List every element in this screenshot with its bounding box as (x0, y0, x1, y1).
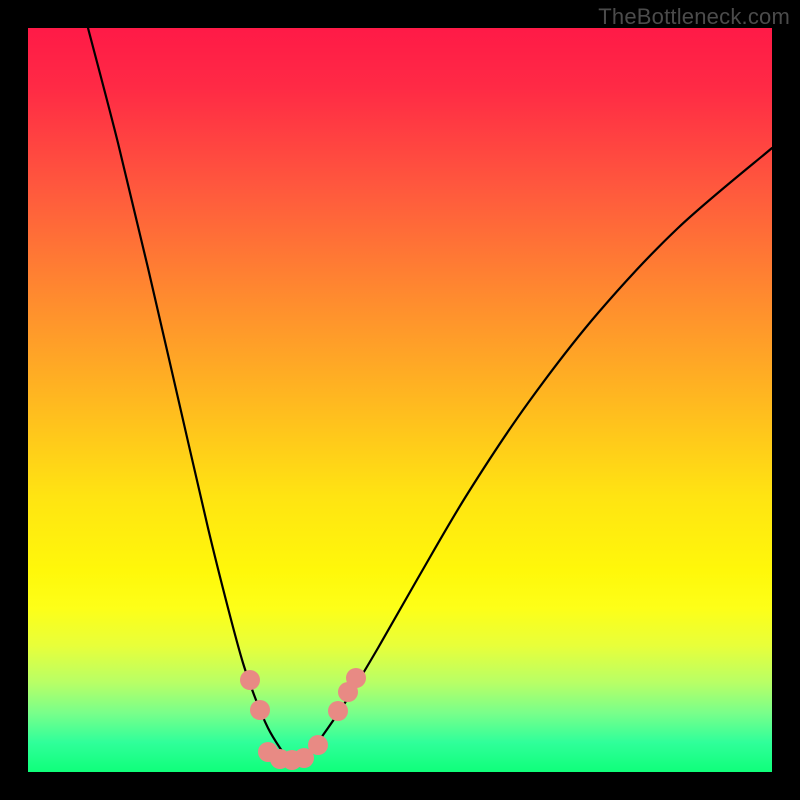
chart-frame: TheBottleneck.com (0, 0, 800, 800)
curve-svg (28, 28, 772, 772)
data-marker (328, 701, 348, 721)
watermark-text: TheBottleneck.com (598, 4, 790, 30)
data-marker (346, 668, 366, 688)
curve-left-branch (88, 28, 290, 761)
marker-group (240, 668, 366, 770)
data-marker (258, 742, 278, 762)
curve-right-branch (290, 148, 772, 761)
plot-area (28, 28, 772, 772)
data-marker (338, 682, 358, 702)
data-marker (240, 670, 260, 690)
data-marker (294, 748, 314, 768)
data-marker (308, 735, 328, 755)
data-marker (250, 700, 270, 720)
data-marker (270, 749, 290, 769)
data-marker (282, 750, 302, 770)
